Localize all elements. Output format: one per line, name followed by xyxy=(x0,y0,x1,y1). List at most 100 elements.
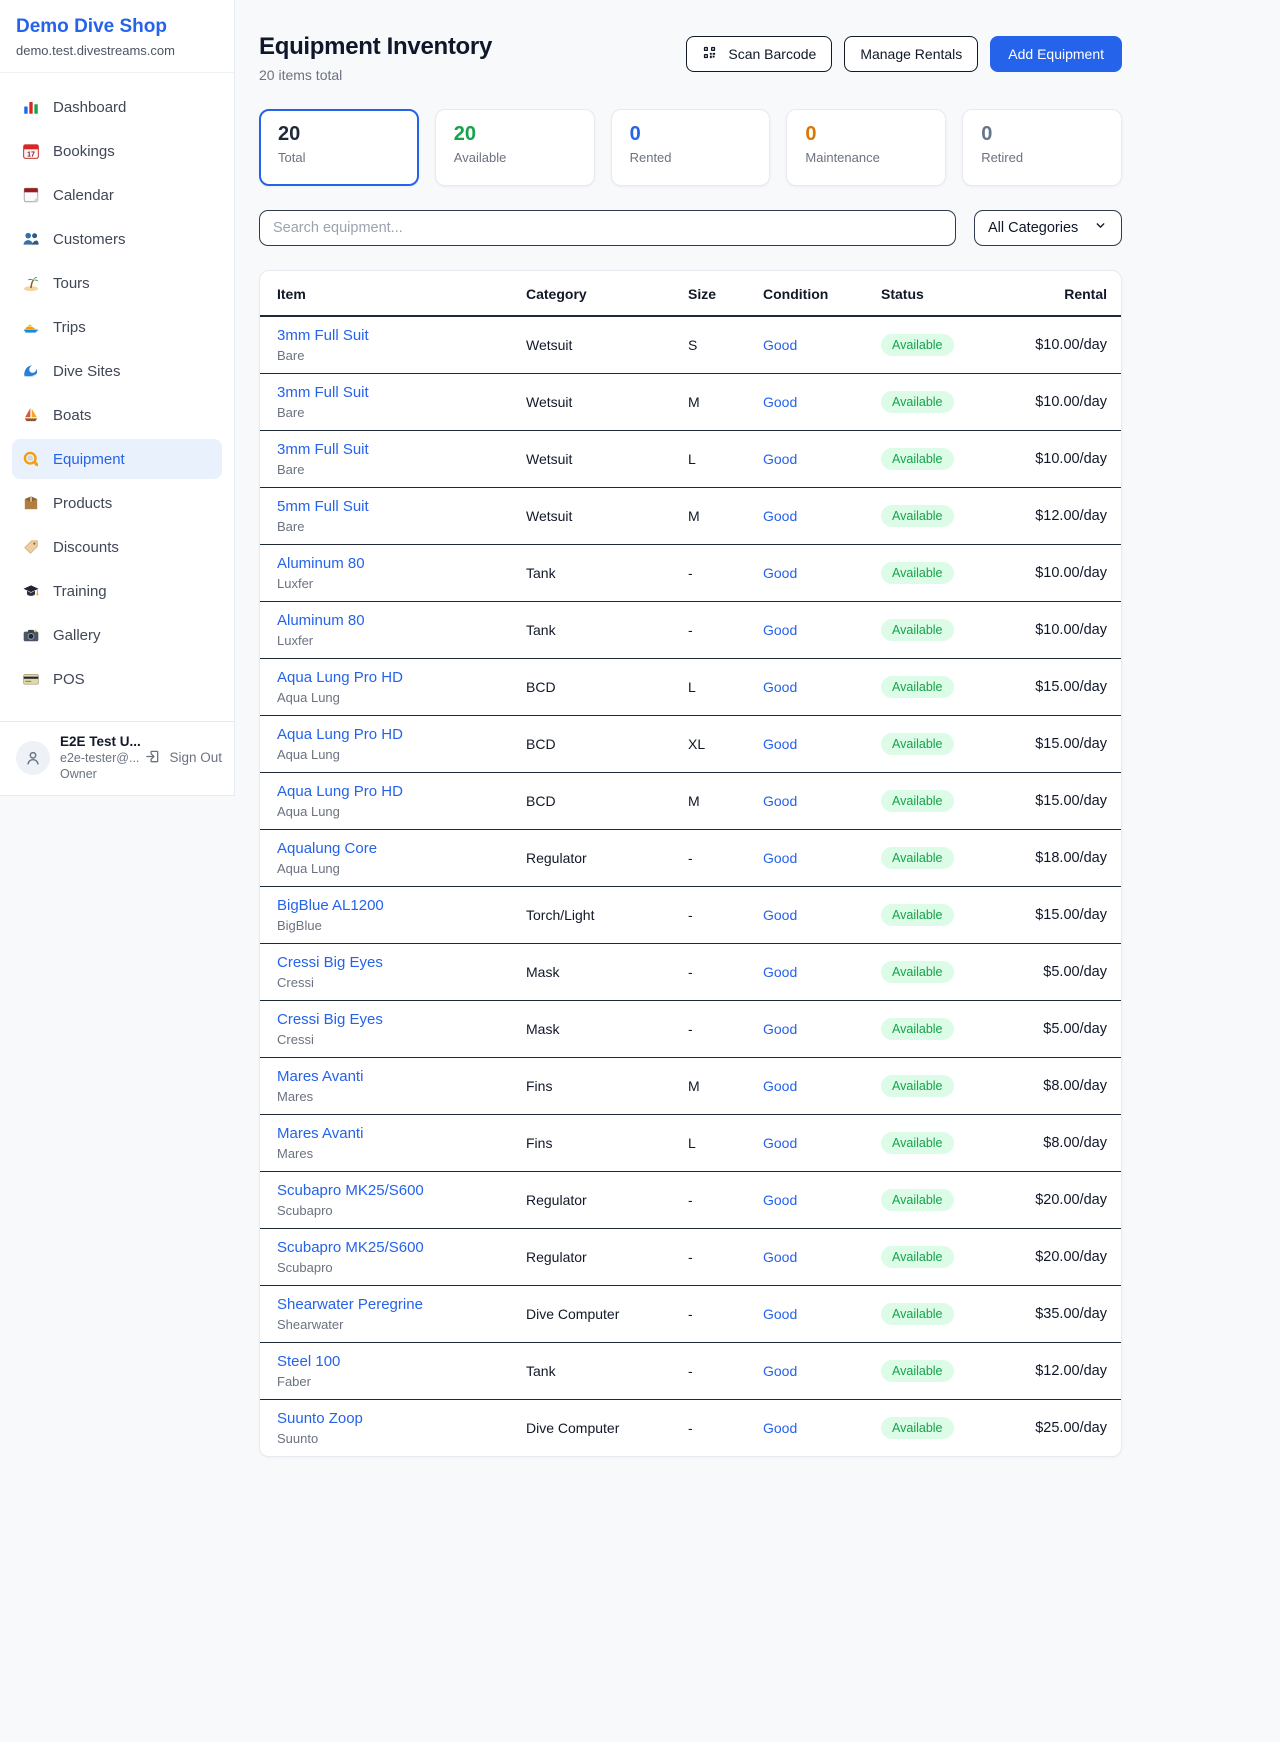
table-row: BigBlue AL1200BigBlueTorch/Light-GoodAva… xyxy=(260,887,1122,944)
condition-link[interactable]: Good xyxy=(763,337,797,353)
sidebar-item-products[interactable]: Products xyxy=(12,483,222,523)
search-input[interactable] xyxy=(259,210,956,246)
item-name-link[interactable]: 3mm Full Suit xyxy=(277,441,369,458)
item-name-link[interactable]: Scubapro MK25/S600 xyxy=(277,1239,424,1256)
column-header-size[interactable]: Size xyxy=(688,271,763,316)
item-brand: Aqua Lung xyxy=(277,690,526,705)
sidebar-item-label: Products xyxy=(53,495,112,512)
avatar xyxy=(16,741,50,775)
column-header-status[interactable]: Status xyxy=(881,271,1002,316)
item-name-link[interactable]: Scubapro MK25/S600 xyxy=(277,1182,424,1199)
stat-card-available[interactable]: 20Available xyxy=(435,109,595,186)
condition-link[interactable]: Good xyxy=(763,679,797,695)
item-name-link[interactable]: Steel 100 xyxy=(277,1353,340,1370)
sign-out-button[interactable]: Sign Out xyxy=(145,749,222,767)
item-size: M xyxy=(688,773,763,830)
manage-rentals-button[interactable]: Manage Rentals xyxy=(844,36,978,72)
item-name-link[interactable]: BigBlue AL1200 xyxy=(277,897,384,914)
sidebar-item-boats[interactable]: Boats xyxy=(12,395,222,435)
sidebar-nav: Dashboard17BookingsCalendar Customers Tour… xyxy=(0,73,234,721)
credit-card-icon xyxy=(22,670,40,688)
chevron-down-icon xyxy=(1094,219,1112,237)
item-brand: Scubapro xyxy=(277,1203,526,1218)
brand-name[interactable]: Demo Dive Shop xyxy=(16,16,218,38)
condition-link[interactable]: Good xyxy=(763,793,797,809)
item-name-link[interactable]: Aqualung Core xyxy=(277,840,377,857)
condition-link[interactable]: Good xyxy=(763,508,797,524)
table-row: Aqua Lung Pro HDAqua LungBCDXLGoodAvaila… xyxy=(260,716,1122,773)
item-name-link[interactable]: Aqua Lung Pro HD xyxy=(277,669,403,686)
item-category: Tank xyxy=(526,602,688,659)
column-header-item[interactable]: Item xyxy=(260,271,526,316)
item-rental-rate: $15.00/day xyxy=(1002,887,1122,944)
sidebar-item-pos[interactable]: POS xyxy=(12,659,222,699)
condition-link[interactable]: Good xyxy=(763,565,797,581)
scan-barcode-button[interactable]: Scan Barcode xyxy=(686,36,832,72)
condition-link[interactable]: Good xyxy=(763,451,797,467)
sidebar-item-customers[interactable]: Customers xyxy=(12,219,222,259)
sidebar-item-bookings[interactable]: 17Bookings xyxy=(12,131,222,171)
sidebar-item-training[interactable]: Training xyxy=(12,571,222,611)
item-name-link[interactable]: 3mm Full Suit xyxy=(277,327,369,344)
stat-card-rented[interactable]: 0Rented xyxy=(611,109,771,186)
page-title: Equipment Inventory xyxy=(259,33,492,61)
item-size: - xyxy=(688,1229,763,1286)
item-name-link[interactable]: Aluminum 80 xyxy=(277,612,365,629)
column-header-category[interactable]: Category xyxy=(526,271,688,316)
sidebar-item-calendar[interactable]: Calendar xyxy=(12,175,222,215)
item-name-link[interactable]: 3mm Full Suit xyxy=(277,384,369,401)
sidebar-item-dive-sites[interactable]: Dive Sites xyxy=(12,351,222,391)
condition-link[interactable]: Good xyxy=(763,1249,797,1265)
item-name-link[interactable]: 5mm Full Suit xyxy=(277,498,369,515)
table-row: Cressi Big EyesCressiMask-GoodAvailable$… xyxy=(260,944,1122,1001)
item-name-link[interactable]: Aqua Lung Pro HD xyxy=(277,726,403,743)
condition-link[interactable]: Good xyxy=(763,1192,797,1208)
status-badge: Available xyxy=(881,1132,954,1154)
item-name-link[interactable]: Cressi Big Eyes xyxy=(277,954,383,971)
condition-link[interactable]: Good xyxy=(763,1135,797,1151)
add-equipment-button[interactable]: Add Equipment xyxy=(990,36,1122,72)
condition-link[interactable]: Good xyxy=(763,1420,797,1436)
item-name-link[interactable]: Aqua Lung Pro HD xyxy=(277,783,403,800)
sidebar-item-gallery[interactable]: Gallery xyxy=(12,615,222,655)
stat-card-maintenance[interactable]: 0Maintenance xyxy=(786,109,946,186)
item-name-link[interactable]: Shearwater Peregrine xyxy=(277,1296,423,1313)
condition-link[interactable]: Good xyxy=(763,907,797,923)
column-header-condition[interactable]: Condition xyxy=(763,271,881,316)
item-rental-rate: $15.00/day xyxy=(1002,716,1122,773)
item-rental-rate: $8.00/day xyxy=(1002,1058,1122,1115)
column-header-rental[interactable]: Rental xyxy=(1002,271,1122,316)
condition-link[interactable]: Good xyxy=(763,1078,797,1094)
sidebar-item-label: Customers xyxy=(53,231,126,248)
condition-link[interactable]: Good xyxy=(763,394,797,410)
table-row: Steel 100FaberTank-GoodAvailable$12.00/d… xyxy=(260,1343,1122,1400)
calendar-icon xyxy=(22,186,40,204)
condition-link[interactable]: Good xyxy=(763,850,797,866)
sidebar-item-tours[interactable]: Tours xyxy=(12,263,222,303)
item-name-link[interactable]: Cressi Big Eyes xyxy=(277,1011,383,1028)
condition-link[interactable]: Good xyxy=(763,964,797,980)
condition-link[interactable]: Good xyxy=(763,1021,797,1037)
item-name-link[interactable]: Aluminum 80 xyxy=(277,555,365,572)
item-brand: Luxfer xyxy=(277,633,526,648)
item-category: Tank xyxy=(526,1343,688,1400)
condition-link[interactable]: Good xyxy=(763,622,797,638)
item-brand: Luxfer xyxy=(277,576,526,591)
item-name-link[interactable]: Mares Avanti xyxy=(277,1068,363,1085)
sidebar-item-equipment[interactable]: Equipment xyxy=(12,439,222,479)
condition-link[interactable]: Good xyxy=(763,1306,797,1322)
user-info: E2E Test U... e2e-tester@... Owner xyxy=(60,734,135,781)
sidebar-item-dashboard[interactable]: Dashboard xyxy=(12,87,222,127)
condition-link[interactable]: Good xyxy=(763,1363,797,1379)
sidebar-item-discounts[interactable]: Discounts xyxy=(12,527,222,567)
sidebar-item-trips[interactable]: Trips xyxy=(12,307,222,347)
stat-card-total[interactable]: 20Total xyxy=(259,109,419,186)
category-select[interactable]: All Categories xyxy=(974,210,1122,246)
condition-link[interactable]: Good xyxy=(763,736,797,752)
table-row: Aqualung CoreAqua LungRegulator-GoodAvai… xyxy=(260,830,1122,887)
item-name-link[interactable]: Mares Avanti xyxy=(277,1125,363,1142)
grad-cap-icon xyxy=(22,582,40,600)
stat-card-retired[interactable]: 0Retired xyxy=(962,109,1122,186)
status-badge: Available xyxy=(881,1018,954,1040)
item-name-link[interactable]: Suunto Zoop xyxy=(277,1410,363,1427)
